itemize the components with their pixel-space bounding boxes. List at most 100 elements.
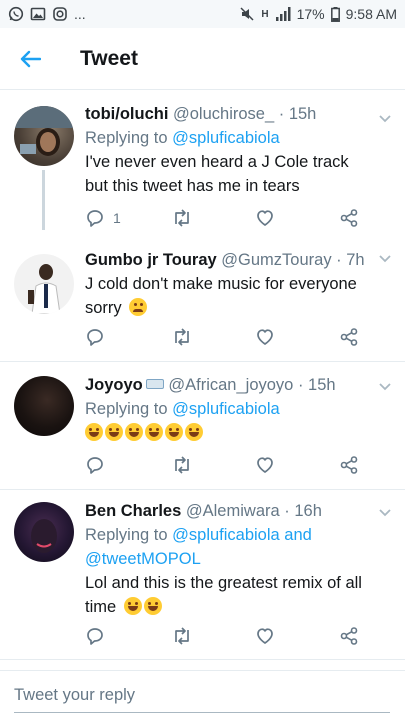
separator-dot: · bbox=[293, 376, 309, 394]
tweet-text: J cold don't make music for everyone sor… bbox=[85, 272, 375, 320]
heart-icon bbox=[257, 210, 273, 226]
share-button[interactable] bbox=[339, 327, 359, 347]
like-button[interactable] bbox=[255, 327, 339, 347]
replying-prefix: Replying to bbox=[85, 400, 173, 418]
like-button[interactable] bbox=[255, 208, 339, 228]
signal-icon bbox=[275, 7, 291, 21]
retweet-icon bbox=[175, 456, 189, 474]
reply-button[interactable] bbox=[85, 455, 171, 475]
tweet-item[interactable]: Joyoyo @African_joyoyo · 15h Replying to… bbox=[0, 362, 405, 490]
avatar[interactable] bbox=[14, 254, 74, 314]
retweet-icon bbox=[175, 328, 189, 346]
heart-icon bbox=[257, 457, 273, 473]
laughing-emoji bbox=[185, 423, 203, 441]
display-name[interactable]: Ben Charles bbox=[85, 502, 181, 520]
share-button[interactable] bbox=[339, 455, 359, 475]
retweet-button[interactable] bbox=[171, 208, 255, 228]
share-icon bbox=[340, 456, 358, 474]
tweet-time: 7h bbox=[346, 251, 365, 269]
replying-to: Replying to @spluficabiola and @tweetMOPO… bbox=[85, 523, 375, 571]
avatar[interactable] bbox=[14, 502, 74, 562]
tweet-header: Gumbo jr Touray @GumzTouray · 7h bbox=[85, 248, 375, 272]
separator-dot: · bbox=[274, 105, 289, 123]
chevron-down-icon[interactable] bbox=[377, 378, 393, 394]
network-type: H bbox=[261, 8, 269, 20]
tweet-header: tobi/oluchi @oluchirose_ · 15h bbox=[85, 102, 375, 126]
slightly-frowning-face-emoji bbox=[129, 298, 148, 316]
chevron-down-icon[interactable] bbox=[377, 110, 393, 126]
flag-emoji bbox=[145, 379, 164, 389]
mention-link[interactable]: @spluficabiola bbox=[172, 129, 280, 147]
status-bar-right: H 17% 9:58 AM bbox=[239, 6, 397, 22]
reply-icon bbox=[87, 457, 103, 474]
battery-icon bbox=[330, 6, 340, 22]
retweet-icon bbox=[175, 209, 189, 227]
display-name[interactable]: Joyoyo bbox=[85, 376, 143, 394]
mute-icon bbox=[239, 6, 255, 22]
status-bar-left: ... bbox=[8, 6, 86, 22]
retweet-button[interactable] bbox=[171, 626, 255, 646]
thread-connector bbox=[42, 170, 45, 230]
like-button[interactable] bbox=[255, 626, 339, 646]
laughing-emoji bbox=[143, 597, 162, 615]
back-button[interactable] bbox=[0, 28, 60, 90]
gallery-icon bbox=[30, 6, 46, 22]
reply-icon bbox=[87, 329, 103, 346]
whatsapp-icon bbox=[8, 6, 24, 22]
laughing-emoji bbox=[105, 423, 123, 441]
display-name[interactable]: tobi/oluchi bbox=[85, 105, 168, 123]
tweet-text-content: J cold don't make music for everyone sor… bbox=[85, 275, 357, 317]
tweet-item[interactable]: tobi/oluchi @oluchirose_ · 15h Replying … bbox=[0, 90, 405, 230]
mention-link[interactable]: @spluficabiola and bbox=[172, 526, 312, 544]
avatar[interactable] bbox=[14, 106, 74, 166]
reply-button[interactable]: 1 bbox=[85, 208, 171, 228]
share-icon bbox=[340, 209, 358, 227]
share-button[interactable] bbox=[339, 626, 359, 646]
battery-percent: 17% bbox=[296, 6, 325, 22]
like-button[interactable] bbox=[255, 455, 339, 475]
avatar[interactable] bbox=[14, 376, 74, 436]
reply-input-underline bbox=[14, 712, 390, 713]
page-title: Tweet bbox=[80, 46, 138, 70]
tweet-text bbox=[85, 421, 375, 445]
user-handle[interactable]: @oluchirose_ bbox=[173, 105, 274, 123]
user-handle[interactable]: @Alemiwara bbox=[186, 502, 280, 520]
laughing-emoji bbox=[85, 423, 103, 441]
reply-count: 1 bbox=[113, 210, 121, 226]
chevron-down-icon[interactable] bbox=[377, 250, 393, 266]
laughing-emoji bbox=[123, 597, 142, 615]
tweet-actions bbox=[85, 624, 365, 648]
replying-prefix: Replying to bbox=[85, 129, 173, 147]
reply-button[interactable] bbox=[85, 327, 171, 347]
separator-dot: · bbox=[279, 502, 295, 520]
share-icon bbox=[340, 328, 358, 346]
reply-composer bbox=[0, 670, 405, 720]
laughing-emoji bbox=[165, 423, 183, 441]
instagram-icon bbox=[52, 6, 68, 22]
tweet-actions bbox=[85, 325, 365, 349]
tweet-time: 15h bbox=[288, 105, 317, 123]
back-arrow-icon bbox=[20, 50, 41, 67]
laughing-emoji bbox=[145, 423, 163, 441]
retweet-button[interactable] bbox=[171, 327, 255, 347]
tweet-item[interactable]: Ben Charles @Alemiwara · 16h Replying to… bbox=[0, 490, 405, 660]
status-bar: ... H 17% 9:58 AM bbox=[0, 0, 405, 28]
status-ellipsis: ... bbox=[74, 6, 86, 22]
reply-input[interactable] bbox=[14, 683, 390, 707]
mention-link[interactable]: @tweetMOPOL bbox=[85, 550, 201, 568]
heart-icon bbox=[257, 329, 273, 345]
chevron-down-icon[interactable] bbox=[377, 504, 393, 520]
reply-button[interactable] bbox=[85, 626, 171, 646]
mention-link[interactable]: @spluficabiola bbox=[172, 400, 280, 418]
retweet-button[interactable] bbox=[171, 455, 255, 475]
user-handle[interactable]: @African_joyoyo bbox=[168, 376, 293, 394]
tweet-actions bbox=[85, 453, 365, 477]
tweet-item[interactable]: Gumbo jr Touray @GumzTouray · 7h J cold … bbox=[0, 228, 405, 362]
user-handle[interactable]: @GumzTouray bbox=[221, 251, 331, 269]
tweet-actions: 1 bbox=[85, 206, 365, 230]
display-name[interactable]: Gumbo jr Touray bbox=[85, 251, 217, 269]
reply-icon bbox=[87, 210, 103, 227]
app-bar: Tweet bbox=[0, 28, 405, 90]
share-button[interactable] bbox=[339, 208, 359, 228]
status-time: 9:58 AM bbox=[345, 6, 397, 22]
